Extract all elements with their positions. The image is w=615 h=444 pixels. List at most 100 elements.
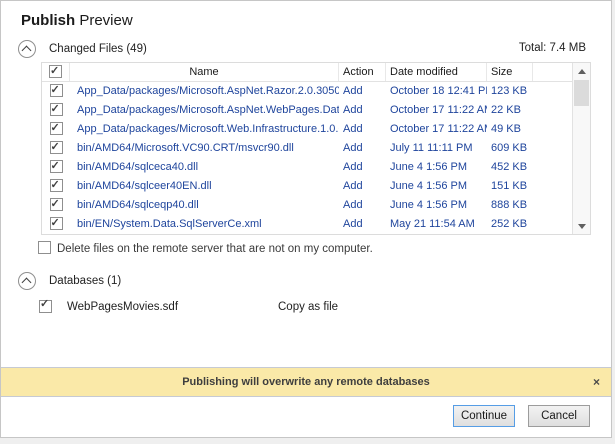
row-filler <box>533 139 572 158</box>
database-action: Copy as file <box>278 301 338 313</box>
row-filler <box>533 82 572 101</box>
changed-files-table: Name Action Date modified Size App_Data/… <box>41 62 591 235</box>
row-checkbox[interactable] <box>50 141 63 154</box>
table-row[interactable]: bin/AMD64/sqlceqp40.dllAddJune 4 1:56 PM… <box>42 196 590 215</box>
column-header-date-modified[interactable]: Date modified <box>386 63 487 81</box>
close-icon[interactable]: × <box>593 368 600 396</box>
file-table-body: App_Data/packages/Microsoft.AspNet.Razor… <box>42 82 590 232</box>
table-row[interactable]: bin/AMD64/sqlceca40.dllAddJune 4 1:56 PM… <box>42 158 590 177</box>
file-action: Add <box>339 101 386 120</box>
file-action: Add <box>339 82 386 101</box>
row-filler <box>533 101 572 120</box>
column-header-size[interactable]: Size <box>487 63 533 81</box>
file-name: bin/EN/System.Data.SqlServerCe.xml <box>70 215 339 232</box>
warning-text: Publishing will overwrite any remote dat… <box>182 376 430 388</box>
total-size-label: Total: 7.4 MB <box>519 42 586 54</box>
file-date-modified: July 11 11:11 PM <box>386 139 487 158</box>
row-checkbox[interactable] <box>50 84 63 97</box>
delete-files-checkbox[interactable] <box>38 241 51 254</box>
file-size: 123 KB <box>487 82 533 101</box>
file-size: 452 KB <box>487 158 533 177</box>
table-row[interactable]: App_Data/packages/Microsoft.AspNet.Razor… <box>42 82 590 101</box>
table-row[interactable]: App_Data/packages/Microsoft.AspNet.WebPa… <box>42 101 590 120</box>
row-checkbox[interactable] <box>50 160 63 173</box>
scrollbar-down-button[interactable] <box>573 218 590 234</box>
file-name: App_Data/packages/Microsoft.AspNet.Razor… <box>70 82 339 101</box>
page-title-bold: Publish <box>21 12 75 29</box>
row-checkbox-cell <box>42 82 70 101</box>
row-checkbox-cell <box>42 139 70 158</box>
changed-files-section-label: Changed Files (49) <box>49 43 147 55</box>
row-filler <box>533 196 572 215</box>
file-date-modified: June 4 1:56 PM <box>386 177 487 196</box>
file-size: 22 KB <box>487 101 533 120</box>
file-date-modified: June 4 1:56 PM <box>386 196 487 215</box>
column-header-name[interactable]: Name <box>70 63 339 81</box>
delete-files-option[interactable]: Delete files on the remote server that a… <box>38 243 373 255</box>
file-name: bin/AMD64/sqlceer40EN.dll <box>70 177 339 196</box>
row-checkbox-cell <box>42 120 70 139</box>
file-date-modified: October 17 11:22 AM <box>386 120 487 139</box>
warning-banner: Publishing will overwrite any remote dat… <box>1 367 611 397</box>
row-filler <box>533 120 572 139</box>
chevron-up-icon <box>22 278 32 288</box>
page-title-rest: Preview <box>79 12 132 29</box>
changed-files-collapse-button[interactable] <box>18 40 36 58</box>
file-size: 151 KB <box>487 177 533 196</box>
file-date-modified: May 21 11:54 AM <box>386 215 487 232</box>
chevron-up-icon <box>22 46 32 56</box>
row-checkbox[interactable] <box>50 122 63 135</box>
row-checkbox[interactable] <box>50 217 63 230</box>
file-name: bin/AMD64/Microsoft.VC90.CRT/msvcr90.dll <box>70 139 339 158</box>
row-filler <box>533 158 572 177</box>
column-header-action[interactable]: Action <box>339 63 386 81</box>
row-filler <box>533 177 572 196</box>
row-checkbox-cell <box>42 101 70 120</box>
database-checkbox[interactable] <box>39 300 52 313</box>
row-checkbox[interactable] <box>50 179 63 192</box>
file-name: bin/AMD64/sqlceca40.dll <box>70 158 339 177</box>
header-checkbox-cell <box>42 63 70 81</box>
table-row[interactable]: bin/AMD64/sqlceer40EN.dllAddJune 4 1:56 … <box>42 177 590 196</box>
file-action: Add <box>339 158 386 177</box>
file-name: App_Data/packages/Microsoft.Web.Infrastr… <box>70 120 339 139</box>
file-date-modified: October 17 11:22 AM <box>386 101 487 120</box>
row-filler <box>533 215 572 232</box>
continue-button[interactable]: Continue <box>453 405 515 427</box>
file-action: Add <box>339 196 386 215</box>
table-header-row: Name Action Date modified Size <box>42 63 590 82</box>
file-action: Add <box>339 215 386 232</box>
scroll-down-icon <box>578 224 586 229</box>
file-action: Add <box>339 177 386 196</box>
file-size: 49 KB <box>487 120 533 139</box>
scrollbar-up-button[interactable] <box>573 63 590 79</box>
select-all-checkbox[interactable] <box>49 65 62 78</box>
file-name: bin/AMD64/sqlceqp40.dll <box>70 196 339 215</box>
scrollbar-thumb[interactable] <box>574 80 589 106</box>
page-title: Publish Preview <box>21 12 133 29</box>
file-date-modified: October 18 12:41 PM <box>386 82 487 101</box>
row-checkbox-cell <box>42 158 70 177</box>
file-action: Add <box>339 139 386 158</box>
table-row[interactable]: App_Data/packages/Microsoft.Web.Infrastr… <box>42 120 590 139</box>
file-name: App_Data/packages/Microsoft.AspNet.WebPa… <box>70 101 339 120</box>
table-row[interactable]: bin/EN/System.Data.SqlServerCe.xmlAddMay… <box>42 215 590 232</box>
row-checkbox-cell <box>42 215 70 232</box>
publish-preview-dialog: Publish Preview Changed Files (49) Total… <box>0 0 612 438</box>
row-checkbox-cell <box>42 177 70 196</box>
databases-section-label: Databases (1) <box>49 275 121 287</box>
row-checkbox-cell <box>42 196 70 215</box>
scroll-up-icon <box>578 69 586 74</box>
databases-collapse-button[interactable] <box>18 272 36 290</box>
delete-files-label: Delete files on the remote server that a… <box>57 243 373 255</box>
database-name: WebPagesMovies.sdf <box>67 301 178 313</box>
row-checkbox[interactable] <box>50 103 63 116</box>
row-checkbox[interactable] <box>50 198 63 211</box>
file-action: Add <box>339 120 386 139</box>
table-row[interactable]: bin/AMD64/Microsoft.VC90.CRT/msvcr90.dll… <box>42 139 590 158</box>
file-size: 888 KB <box>487 196 533 215</box>
file-size: 609 KB <box>487 139 533 158</box>
cancel-button[interactable]: Cancel <box>528 405 590 427</box>
vertical-scrollbar[interactable] <box>572 63 590 234</box>
file-date-modified: June 4 1:56 PM <box>386 158 487 177</box>
